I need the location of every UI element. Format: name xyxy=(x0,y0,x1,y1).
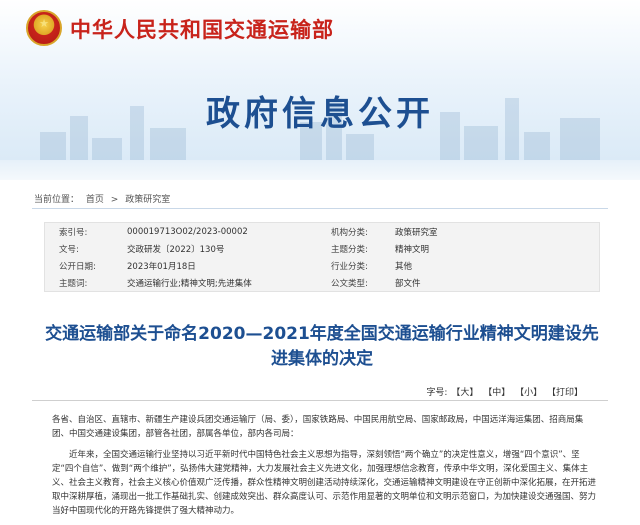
info-value: 部文件 xyxy=(395,278,421,289)
info-key: 主题分类: xyxy=(331,244,368,255)
font-size-large-button[interactable]: 【大】 xyxy=(451,388,478,398)
info-key: 文号: xyxy=(59,244,79,255)
font-size-label: 字号: xyxy=(426,388,448,398)
font-size-controls: 字号: 【大】 【中】 【小】 【打印】 xyxy=(426,385,584,398)
ministry-name[interactable]: 中华人民共和国交通运输部 xyxy=(70,14,334,44)
national-emblem-icon[interactable]: ★ xyxy=(26,10,62,46)
print-button[interactable]: 【打印】 xyxy=(547,388,583,398)
info-value: 精神文明 xyxy=(395,244,430,255)
info-row: 文号: 交政研发〔2022〕130号 主题分类: 精神文明 xyxy=(45,240,599,257)
divider xyxy=(32,208,608,209)
header-banner: ★ 中华人民共和国交通运输部 政府信息公开 xyxy=(0,0,640,180)
breadcrumb-current-link[interactable]: 政策研究室 xyxy=(125,195,170,205)
breadcrumb: 当前位置： 首页 > 政策研究室 xyxy=(34,192,174,205)
info-row: 公开日期: 2023年01月18日 行业分类: 其他 xyxy=(45,257,599,274)
info-value: 交政研发〔2022〕130号 xyxy=(127,244,225,255)
info-value: 000019713O02/2023-00002 xyxy=(127,226,248,237)
content-divider xyxy=(32,400,608,401)
info-row: 主题词: 交通运输行业;精神文明;先进集体 公文类型: 部文件 xyxy=(45,274,599,291)
article-title: 交通运输部关于命名2020—2021年度全国交通运输行业精神文明建设先进集体的决… xyxy=(45,324,599,369)
info-key: 索引号: xyxy=(59,227,88,238)
breadcrumb-separator: > xyxy=(110,195,119,205)
info-key: 机构分类: xyxy=(331,227,368,238)
info-key: 公文类型: xyxy=(331,278,368,289)
font-size-medium-button[interactable]: 【中】 xyxy=(483,388,510,398)
info-value: 2023年01月18日 xyxy=(127,261,196,272)
article-paragraph: 各省、自治区、直辖市、新疆生产建设兵团交通运输厅（局、委），国家铁路局、中国民用… xyxy=(52,415,584,439)
info-row: 索引号: 000019713O02/2023-00002 机构分类: 政策研究室 xyxy=(45,223,599,240)
info-key: 主题词: xyxy=(59,278,88,289)
info-key: 行业分类: xyxy=(331,261,368,272)
font-size-small-button[interactable]: 【小】 xyxy=(515,388,542,398)
info-value: 交通运输行业;精神文明;先进集体 xyxy=(127,278,252,289)
info-value: 政策研究室 xyxy=(395,227,438,238)
info-value: 其他 xyxy=(395,261,413,272)
info-key: 公开日期: xyxy=(59,261,96,272)
article-paragraph: 近年来，全国交通运输行业坚持以习近平新时代中国特色社会主义思想为指导，深刻领悟“… xyxy=(52,450,597,516)
page-title: 政府信息公开 xyxy=(206,94,434,134)
breadcrumb-home-link[interactable]: 首页 xyxy=(86,195,104,205)
breadcrumb-label: 当前位置： xyxy=(34,195,80,205)
document-info-table: 索引号: 000019713O02/2023-00002 机构分类: 政策研究室… xyxy=(44,222,600,292)
